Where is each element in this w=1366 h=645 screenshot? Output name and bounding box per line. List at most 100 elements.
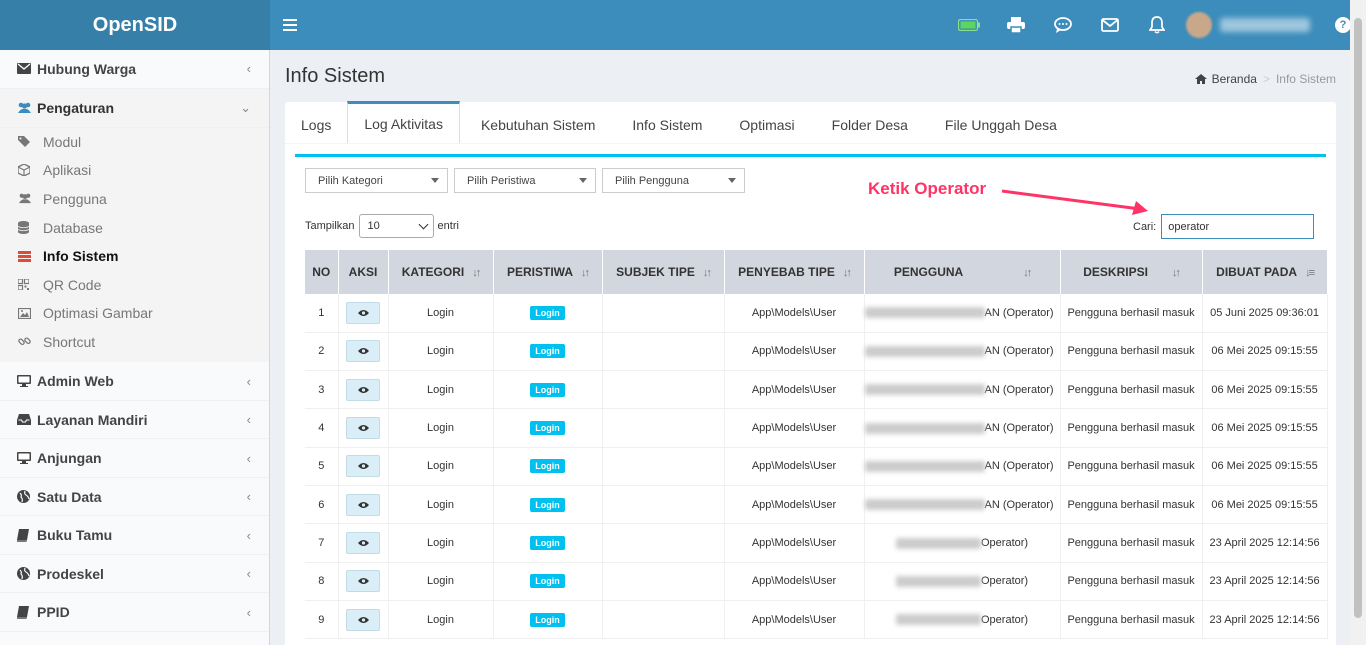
cell-no: 8 xyxy=(305,562,339,601)
cell-penyebab-tipe: App\Models\User xyxy=(724,332,865,372)
envelope-icon xyxy=(17,63,37,75)
view-button[interactable] xyxy=(346,455,380,478)
eye-icon xyxy=(357,425,369,432)
sort-desc-icon: ↓≡ xyxy=(1305,267,1315,279)
filter-peristiwa-select[interactable]: Pilih Peristiwa xyxy=(454,168,596,193)
log-box: Logs Log Aktivitas Kebutuhan Sistem Info… xyxy=(285,101,1336,645)
app-logo[interactable]: OpenSID xyxy=(0,0,270,50)
sidebar-item-aplikasi[interactable]: Aplikasi xyxy=(0,156,269,185)
view-button[interactable] xyxy=(346,608,380,631)
tab-optimasi[interactable]: Optimasi xyxy=(718,102,810,144)
sidebar-item-database[interactable]: Database xyxy=(0,213,269,242)
chat-button[interactable] xyxy=(1039,0,1086,50)
sidebar-item-pengaturan[interactable]: Pengaturan ⌄ xyxy=(0,88,269,128)
sidebar-item-shortcut[interactable]: Shortcut xyxy=(0,328,269,357)
inbox-icon xyxy=(17,414,37,425)
col-header-kategori[interactable]: KATEGORI ↓↑ xyxy=(388,250,494,294)
col-header-dibuat-pada[interactable]: DIBUAT PADA ↓≡ xyxy=(1202,250,1328,294)
sidebar-toggle-button[interactable] xyxy=(270,0,310,50)
tab-file-unggah-desa[interactable]: File Unggah Desa xyxy=(924,102,1073,144)
cell-aksi xyxy=(338,562,389,601)
view-button[interactable] xyxy=(346,378,380,401)
cell-deskripsi: Pengguna berhasil masuk xyxy=(1060,408,1203,448)
filter-kategori-select[interactable]: Pilih Kategori xyxy=(305,168,448,193)
chat-icon xyxy=(1053,17,1072,33)
cell-deskripsi: Pengguna berhasil masuk xyxy=(1060,370,1203,410)
battery-button[interactable] xyxy=(945,0,992,50)
cell-penyebab-tipe: App\Models\User xyxy=(724,370,865,410)
cell-pengguna: Operator) xyxy=(864,562,1061,601)
search-control: Cari: xyxy=(1133,214,1315,239)
sidebar-item-optimasi-gambar[interactable]: Optimasi Gambar xyxy=(0,299,269,328)
caret-down-icon xyxy=(728,178,736,183)
tab-kebutuhan-sistem[interactable]: Kebutuhan Sistem xyxy=(460,102,611,144)
sidebar-item-admin-web[interactable]: Admin Web ‹ xyxy=(0,362,269,401)
scrollbar-thumb[interactable] xyxy=(1354,18,1362,618)
cell-kategori: Login xyxy=(388,523,494,563)
breadcrumb-home[interactable]: Beranda xyxy=(1194,72,1257,86)
user-menu[interactable] xyxy=(1180,0,1330,50)
cell-kategori: Login xyxy=(388,485,494,525)
view-button[interactable] xyxy=(346,340,380,363)
mail-button[interactable] xyxy=(1086,0,1133,50)
cell-penyebab-tipe: App\Models\User xyxy=(724,294,865,333)
battery-icon xyxy=(957,19,980,31)
cell-dibuat-pada: 23 April 2025 12:14:56 xyxy=(1202,562,1328,601)
view-button[interactable] xyxy=(346,531,380,554)
sidebar-item-qr-code[interactable]: QR Code xyxy=(0,270,269,299)
tab-log-aktivitas[interactable]: Log Aktivitas xyxy=(347,101,460,143)
cell-dibuat-pada: 06 Mei 2025 09:15:55 xyxy=(1202,447,1328,486)
hamburger-icon xyxy=(283,19,297,31)
sidebar-item-pengguna[interactable]: Pengguna xyxy=(0,185,269,214)
view-button[interactable] xyxy=(346,301,380,324)
cell-pengguna: AN (Operator) xyxy=(864,294,1061,333)
view-button[interactable] xyxy=(346,570,380,593)
eye-icon xyxy=(357,578,369,585)
chevron-left-icon: ‹ xyxy=(246,527,251,543)
filter-bar: Pilih Kategori Pilih Peristiwa Pilih Pen… xyxy=(305,168,745,193)
chevron-left-icon: ‹ xyxy=(246,566,251,581)
sidebar-item-satu-data[interactable]: Satu Data ‹ xyxy=(0,478,269,517)
printer-icon xyxy=(1006,17,1025,33)
page-length-select[interactable]: 10 xyxy=(358,214,434,238)
cell-subjek-tipe xyxy=(602,485,725,525)
col-header-penyebab-tipe[interactable]: PENYEBAB TIPE ↓↑ xyxy=(724,250,865,294)
table-row: 6 Login Login App\Models\User AN (Operat… xyxy=(305,485,1328,525)
sidebar-item-prodeskel[interactable]: Prodeskel ‹ xyxy=(0,555,269,594)
cell-pengguna: AN (Operator) xyxy=(864,370,1061,410)
sidebar-item-anjungan[interactable]: Anjungan ‹ xyxy=(0,439,269,478)
col-header-no[interactable]: NO xyxy=(305,250,339,294)
col-header-pengguna[interactable]: PENGGUNA ↓↑ xyxy=(864,250,1061,294)
tab-info-sistem[interactable]: Info Sistem xyxy=(611,102,718,144)
table-row: 2 Login Login App\Models\User AN (Operat… xyxy=(305,332,1328,372)
page-title: Info Sistem xyxy=(285,65,386,87)
print-button[interactable] xyxy=(992,0,1039,50)
sidebar-item-info-sistem[interactable]: Info Sistem xyxy=(0,242,269,271)
sidebar-item-buku-tamu[interactable]: Buku Tamu ‹ xyxy=(0,516,269,555)
page-scrollbar[interactable] xyxy=(1350,0,1366,645)
cell-penyebab-tipe: App\Models\User xyxy=(724,600,865,640)
notification-button[interactable] xyxy=(1133,0,1180,50)
cell-subjek-tipe xyxy=(602,523,725,563)
col-header-deskripsi[interactable]: DESKRIPSI ↓↑ xyxy=(1060,250,1203,294)
sidebar-item-ppid[interactable]: PPID ‹ xyxy=(0,593,269,632)
view-button[interactable] xyxy=(346,493,380,516)
col-header-peristiwa[interactable]: PERISTIWA ↓↑ xyxy=(493,250,603,294)
tab-logs[interactable]: Logs xyxy=(285,102,347,144)
home-icon xyxy=(1194,74,1207,84)
caret-down-icon xyxy=(579,178,587,183)
filter-pengguna-select[interactable]: Pilih Pengguna xyxy=(602,168,745,193)
search-input[interactable] xyxy=(1161,214,1315,239)
cell-deskripsi: Pengguna berhasil masuk xyxy=(1060,447,1203,486)
col-header-subjek-tipe[interactable]: SUBJEK TIPE ↓↑ xyxy=(602,250,725,294)
sidebar-item-modul[interactable]: Modul xyxy=(0,128,269,157)
cell-no: 1 xyxy=(305,294,339,333)
cell-pengguna: AN (Operator) xyxy=(864,485,1061,525)
tab-folder-desa[interactable]: Folder Desa xyxy=(811,102,924,144)
status-badge: Login xyxy=(530,574,565,589)
cell-peristiwa: Login xyxy=(493,370,603,410)
view-button[interactable] xyxy=(346,417,380,440)
sidebar-item-layanan-mandiri[interactable]: Layanan Mandiri ‹ xyxy=(0,401,269,440)
sidebar-item-hubung-warga[interactable]: Hubung Warga ‹ xyxy=(0,50,269,89)
submenu-pengaturan: Modul Aplikasi Pengguna Database Info Si… xyxy=(0,127,269,363)
